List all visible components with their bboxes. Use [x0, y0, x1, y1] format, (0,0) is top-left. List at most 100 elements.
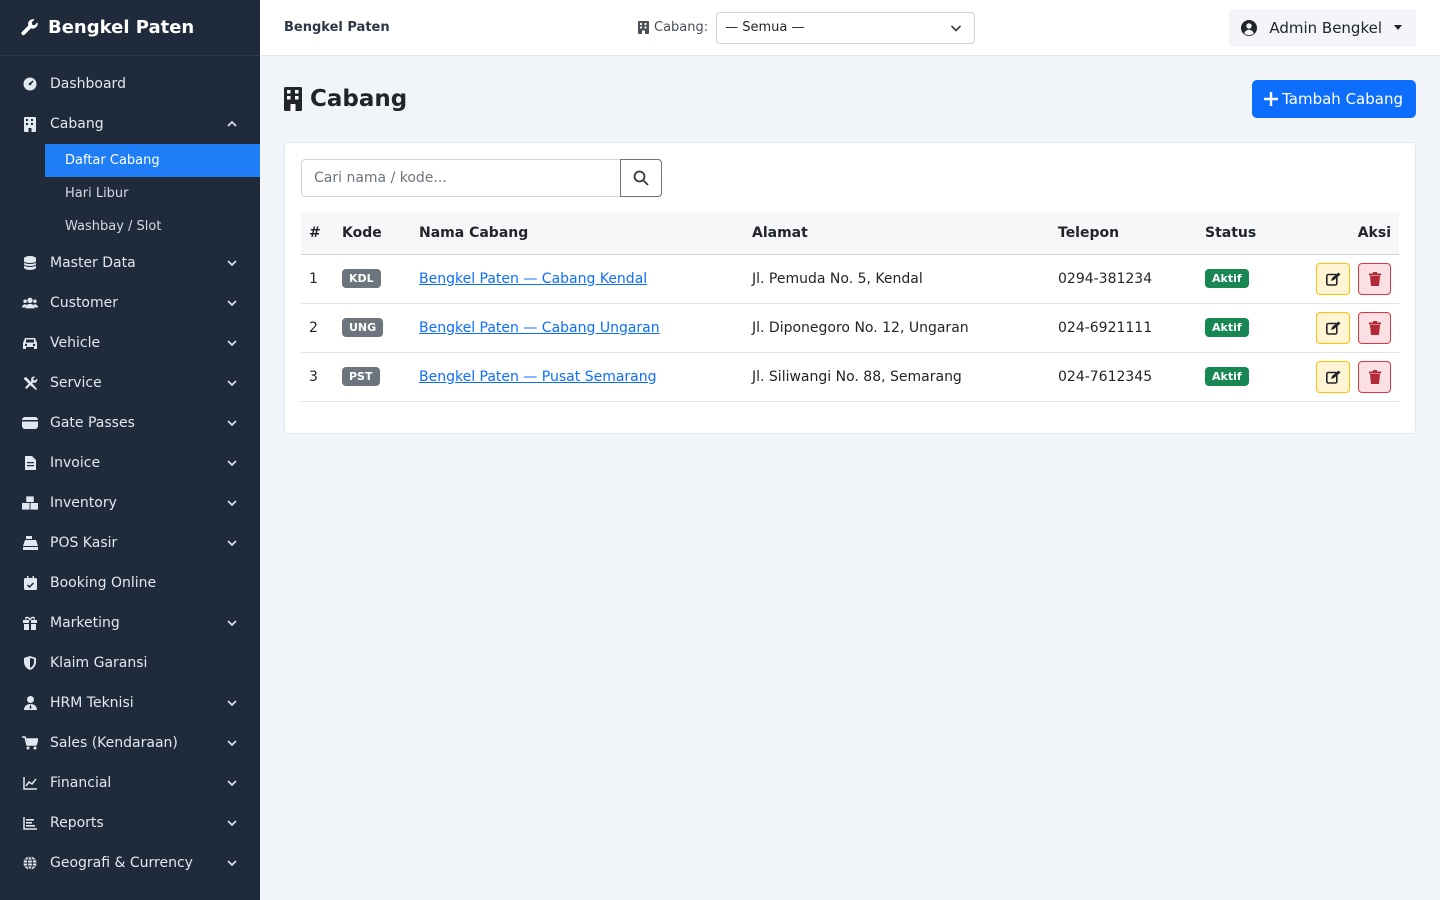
- page-title: Cabang: [310, 86, 408, 112]
- main-content: Cabang Tambah Cabang Cari nama / kode...…: [260, 56, 1440, 900]
- cell-nama: Bengkel Paten — Pusat Semarang: [411, 352, 744, 401]
- sidebar-item-label: Invoice: [50, 455, 101, 471]
- sidebar-item-klaim-garansi[interactable]: Klaim Garansi: [0, 643, 260, 683]
- sidebar-item-label: Marketing: [50, 615, 120, 631]
- branch-name-link[interactable]: Bengkel Paten — Pusat Semarang: [419, 369, 657, 385]
- sidebar-item-pos-kasir[interactable]: POS Kasir: [0, 523, 260, 563]
- delete-button[interactable]: [1358, 262, 1391, 295]
- edit-button[interactable]: [1316, 360, 1350, 393]
- col-header-kode: Kode: [342, 225, 382, 242]
- sidebar-item-invoice[interactable]: Invoice: [0, 443, 260, 483]
- building-icon: [284, 87, 302, 111]
- sidebar-subitem-daftar-cabang[interactable]: Daftar Cabang: [45, 144, 260, 177]
- status-badge: Aktif: [1205, 318, 1249, 337]
- sidebar-item-cabang[interactable]: Cabang: [0, 104, 260, 144]
- chevron-down-icon: [227, 620, 237, 627]
- search-input[interactable]: Cari nama / kode...: [301, 159, 620, 197]
- cabang-submenu: Daftar Cabang Hari Libur Washbay / Slot: [45, 144, 260, 243]
- wrench-icon: [21, 18, 38, 35]
- cell-status: Aktif: [1197, 352, 1297, 401]
- branch-name-link[interactable]: Bengkel Paten — Cabang Ungaran: [419, 320, 660, 336]
- table-row: 1 KDL Bengkel Paten — Cabang Kendal Jl. …: [301, 254, 1399, 303]
- search-button[interactable]: [620, 159, 662, 197]
- delete-button[interactable]: [1358, 311, 1391, 344]
- sidebar-item-gate-passes[interactable]: Gate Passes: [0, 403, 260, 443]
- brand[interactable]: Bengkel Paten: [0, 0, 260, 56]
- edit-button[interactable]: [1316, 311, 1350, 344]
- row-actions: [1305, 311, 1391, 344]
- trash-icon: [1368, 369, 1381, 384]
- col-header-nama[interactable]: Nama Cabang: [411, 213, 744, 254]
- branch-list-card: Cari nama / kode... # Kode Nama Cabang A…: [284, 142, 1416, 434]
- cell-no: 1: [309, 270, 318, 287]
- sidebar-item-customer[interactable]: Customer: [0, 283, 260, 323]
- sidebar-item-label: Financial: [50, 775, 112, 791]
- col-header-alamat: Alamat: [752, 225, 808, 242]
- users-icon: [22, 295, 38, 311]
- cell-telepon: 0294-381234: [1058, 270, 1153, 287]
- sidebar-item-sales-kendaraan[interactable]: Sales (Kendaraan): [0, 723, 260, 763]
- cell-aksi: [1297, 303, 1399, 352]
- sidebar-item-label: Geografi & Currency: [50, 855, 193, 871]
- chevron-down-icon: [227, 820, 237, 827]
- trash-icon: [1368, 320, 1381, 335]
- brand-title: Bengkel Paten: [48, 17, 195, 38]
- sidebar-item-label: POS Kasir: [50, 535, 118, 551]
- sidebar-item-label: Inventory: [50, 495, 117, 511]
- sidebar-item-hrm-teknisi[interactable]: HRM Teknisi: [0, 683, 260, 723]
- sidebar-item-dashboard[interactable]: Dashboard: [0, 64, 260, 104]
- sidebar-item-marketing[interactable]: Marketing: [0, 603, 260, 643]
- sidebar-item-geografi-currency[interactable]: Geografi & Currency: [0, 843, 260, 883]
- chevron-down-icon: [227, 500, 237, 507]
- sidebar-nav: Dashboard Cabang Daftar Cabang Hari Libu…: [0, 56, 260, 883]
- cart-icon: [22, 735, 38, 751]
- edit-button[interactable]: [1316, 262, 1350, 295]
- cell-kode: PST: [334, 352, 411, 401]
- tools-icon: [22, 375, 38, 391]
- sidebar-item-label: Gate Passes: [50, 415, 135, 431]
- cell-no: 2: [309, 319, 318, 336]
- user-circle-icon: [1241, 19, 1258, 36]
- sidebar-item-master-data[interactable]: Master Data: [0, 243, 260, 283]
- shield-icon: [22, 655, 38, 671]
- col-header-status: Status: [1205, 225, 1257, 242]
- add-branch-button[interactable]: Tambah Cabang: [1252, 80, 1416, 118]
- user-menu-button[interactable]: Admin Bengkel: [1229, 8, 1416, 47]
- sidebar-item-booking-online[interactable]: Booking Online: [0, 563, 260, 603]
- app-name[interactable]: Bengkel Paten: [284, 20, 390, 35]
- cell-alamat: Jl. Pemuda No. 5, Kendal: [752, 270, 923, 287]
- sidebar-item-label: Service: [50, 375, 102, 391]
- sidebar-item-label: Dashboard: [50, 76, 126, 92]
- branch-name-link[interactable]: Bengkel Paten — Cabang Kendal: [419, 271, 647, 287]
- status-badge: Aktif: [1205, 269, 1249, 288]
- chevron-down-icon: [227, 460, 237, 467]
- page-header: Cabang: [284, 86, 407, 112]
- search-group: Cari nama / kode...: [301, 159, 662, 197]
- col-header-aksi: Aksi: [1357, 225, 1391, 242]
- delete-button[interactable]: [1358, 360, 1391, 393]
- cell-aksi: [1297, 254, 1399, 303]
- branch-select[interactable]: — Semua —: [716, 11, 976, 44]
- chevron-down-icon: [227, 420, 237, 427]
- chart-line-icon: [22, 775, 38, 791]
- cell-no: 3: [309, 368, 318, 385]
- edit-icon: [1325, 321, 1340, 335]
- cell-nama: Bengkel Paten — Cabang Ungaran: [411, 303, 744, 352]
- sidebar-item-financial[interactable]: Financial: [0, 763, 260, 803]
- chevron-down-icon: [951, 24, 962, 32]
- sidebar-item-vehicle[interactable]: Vehicle: [0, 323, 260, 363]
- sidebar-item-service[interactable]: Service: [0, 363, 260, 403]
- database-icon: [22, 255, 38, 271]
- plus-icon: [1264, 92, 1279, 106]
- sidebar: Bengkel Paten Dashboard Cabang Daftar Ca…: [0, 0, 260, 900]
- sidebar-item-inventory[interactable]: Inventory: [0, 483, 260, 523]
- user-name: Admin Bengkel: [1269, 18, 1382, 37]
- row-actions: [1305, 360, 1391, 393]
- sidebar-subitem-washbay-slot[interactable]: Washbay / Slot: [45, 210, 260, 243]
- col-header-no: #: [309, 225, 321, 242]
- chevron-up-icon: [227, 120, 237, 127]
- id-card-icon: [22, 415, 38, 431]
- sidebar-subitem-hari-libur[interactable]: Hari Libur: [45, 177, 260, 210]
- sidebar-item-reports[interactable]: Reports: [0, 803, 260, 843]
- sidebar-item-label: HRM Teknisi: [50, 695, 134, 711]
